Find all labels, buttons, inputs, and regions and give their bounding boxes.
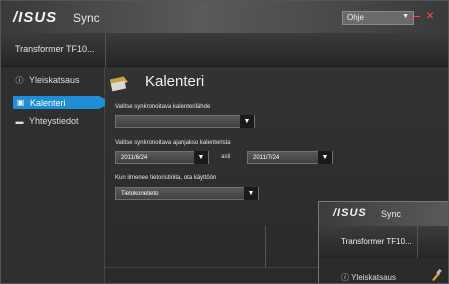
sidebar-item-label: Yleiskatsaus	[29, 75, 80, 85]
divider	[265, 226, 266, 267]
date-to-value: 2011/7/24	[253, 155, 280, 161]
divider	[105, 33, 106, 67]
title-bar: /ISUS Sync Ohje ▼ –×	[1, 1, 448, 33]
chevron-down-icon: ▼	[194, 151, 208, 164]
mini-device-bar: Transformer TF10...	[319, 226, 448, 258]
date-range-label: Valitse synkronoitava ajanjakso kalenter…	[115, 140, 231, 146]
window-controls[interactable]: –×	[412, 7, 440, 23]
chevron-down-icon: ▼	[318, 151, 332, 164]
sidebar-item-overview[interactable]: ⓘ Yleiskatsaus	[15, 75, 80, 85]
asus-logo: /ISUS	[333, 207, 367, 219]
divider	[417, 226, 418, 258]
info-icon: ⓘ	[341, 273, 349, 282]
app-name: Sync	[381, 209, 402, 219]
calendar-source-dropdown[interactable]: ▼	[115, 115, 255, 128]
info-icon: ⓘ	[15, 75, 24, 85]
sidebar-item-label: Kalenteri	[30, 97, 66, 108]
mini-sidebar-item-overview[interactable]: ⓘ Yleiskatsaus	[341, 272, 396, 283]
device-name[interactable]: Transformer TF10...	[15, 44, 95, 54]
asus-logo: /ISUS	[13, 9, 58, 26]
calendar-source-label: Valitse synkronoitava kalenterilähde	[115, 104, 211, 110]
app-name: Sync	[73, 11, 100, 25]
asus-sync-window: /ISUS Sync Ohje ▼ –× Transformer TF10...…	[0, 0, 449, 284]
date-from-picker[interactable]: 2011/6/24 ▼	[115, 151, 209, 164]
device-bar: Transformer TF10...	[1, 33, 448, 67]
conflict-resolution-dropdown[interactable]: Tietokonetieto ▼	[115, 187, 259, 200]
device-name[interactable]: Transformer TF10...	[341, 237, 412, 246]
date-range-until-label: asti	[221, 154, 231, 160]
mini-title-bar: /ISUS Sync	[319, 202, 448, 226]
conflict-resolution-value: Tietokonetieto	[121, 191, 159, 197]
sidebar-item-label: Yleiskatsaus	[351, 273, 396, 282]
chevron-down-icon: ▼	[402, 13, 409, 20]
help-label: Ohje	[347, 13, 364, 22]
sidebar-item-calendar[interactable]: ▣ Kalenteri	[13, 96, 111, 109]
chevron-down-icon: ▼	[240, 115, 254, 128]
brush-icon	[432, 268, 442, 281]
conflict-label: Kun ilmenee tietoristiriita, ota käyttöö…	[115, 175, 217, 181]
sidebar-item-contacts[interactable]: ▬ Yhteystiedot	[15, 116, 79, 126]
date-from-value: 2011/6/24	[121, 155, 148, 161]
sidebar-item-label: Yhteystiedot	[29, 116, 79, 126]
help-dropdown[interactable]: Ohje ▼	[342, 11, 414, 25]
contacts-icon: ▬	[15, 116, 24, 126]
chevron-down-icon: ▼	[244, 187, 258, 200]
mini-sync-window: /ISUS Sync Transformer TF10... ⓘ Yleiska…	[318, 201, 448, 283]
calendar-icon: ▣	[16, 98, 25, 107]
calendar-page-icon	[109, 76, 128, 92]
date-to-picker[interactable]: 2011/7/24 ▼	[247, 151, 333, 164]
page-title: Kalenteri	[145, 73, 205, 90]
